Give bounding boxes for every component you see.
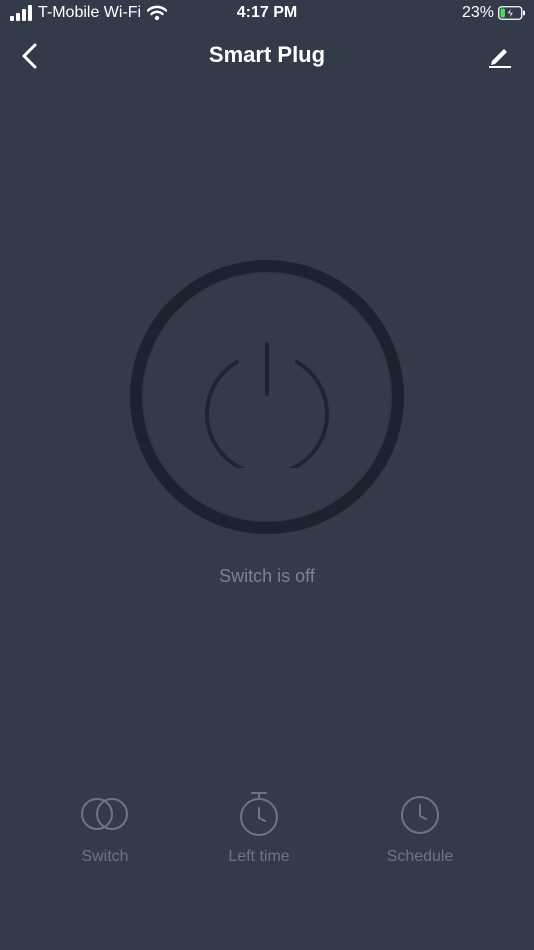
tab-switch-label: Switch — [81, 848, 129, 865]
tab-switch[interactable]: Switch — [35, 790, 175, 880]
power-icon — [205, 342, 329, 468]
pencil-icon — [489, 49, 511, 68]
timer-icon — [240, 792, 278, 836]
battery-percent: 23% — [461, 4, 494, 21]
switch-status-text: Switch is off — [219, 566, 315, 586]
tab-left-time-label: Left time — [228, 848, 290, 865]
edit-button[interactable] — [484, 40, 516, 72]
smart-plug-screen: T-Mobile Wi-Fi 4:17 PM 23% Smart Plug Sw… — [0, 0, 534, 950]
tab-left-time[interactable]: Left time — [189, 790, 329, 880]
page-title: Smart Plug — [208, 42, 326, 67]
tab-schedule[interactable]: Schedule — [350, 790, 490, 880]
status-bar: T-Mobile Wi-Fi 4:17 PM 23% — [0, 0, 534, 28]
power-button-face — [142, 272, 392, 522]
nav-bar: Smart Plug — [0, 30, 534, 80]
power-button[interactable] — [130, 260, 404, 534]
switch-circles-icon — [81, 798, 128, 830]
status-right: 23% — [462, 4, 526, 22]
battery-charging-icon — [498, 6, 525, 20]
battery-fill — [500, 8, 505, 18]
status-time: 4:17 PM — [236, 4, 298, 21]
tab-schedule-label: Schedule — [386, 848, 454, 865]
clock-icon — [401, 796, 439, 834]
